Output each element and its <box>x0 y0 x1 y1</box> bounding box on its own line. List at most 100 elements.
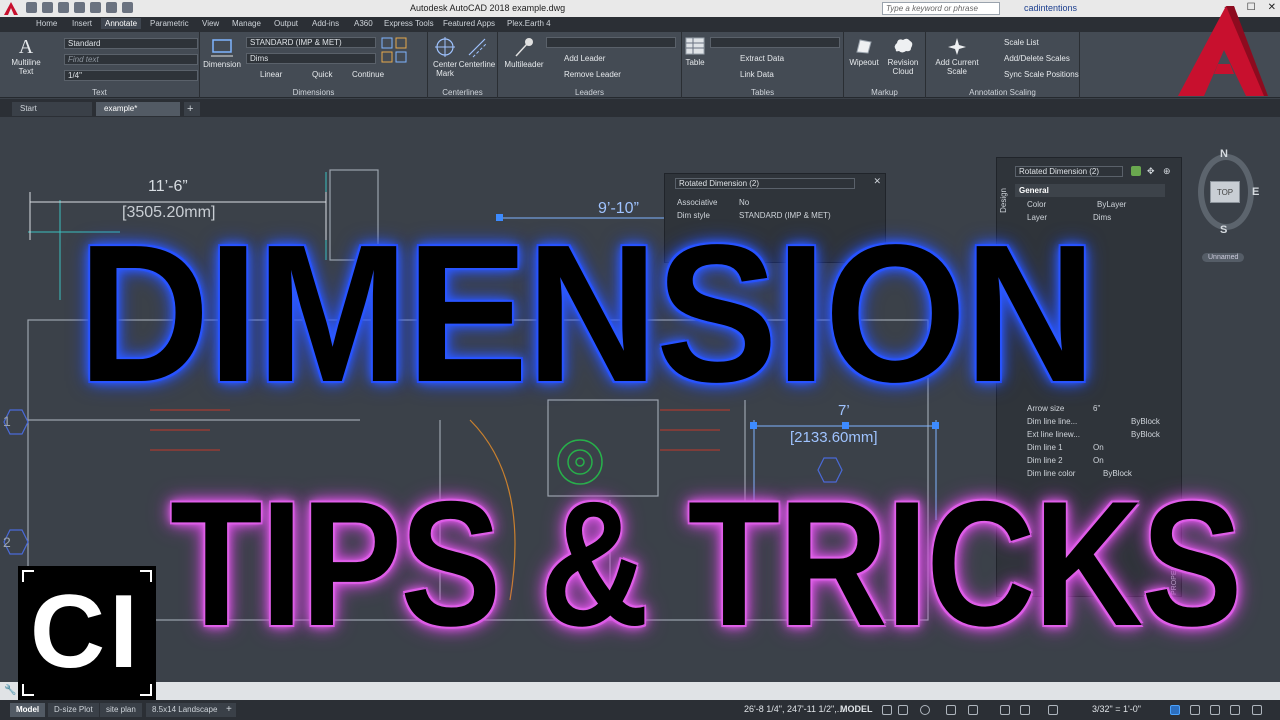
table-button[interactable]: Table <box>682 36 708 67</box>
wipeout-button[interactable]: Wipeout <box>846 36 882 67</box>
quick-button[interactable]: Quick <box>312 70 332 79</box>
new-tab-icon[interactable]: + <box>184 102 200 116</box>
viewcube-north[interactable]: N <box>1220 148 1228 160</box>
centerlines-panel-label: Centerlines <box>442 88 483 97</box>
link-data-button[interactable]: Link Data <box>740 70 774 79</box>
tab-express-tools[interactable]: Express Tools <box>384 19 434 28</box>
status-bar: Model D-size Plot site plan 8.5x14 Lands… <box>0 700 1280 720</box>
grid-icon[interactable] <box>882 705 892 715</box>
lineweight-icon[interactable] <box>1000 705 1010 715</box>
add-leader-button[interactable]: Add Leader <box>564 54 605 63</box>
tab-site-plan[interactable]: site plan <box>100 703 142 717</box>
print-icon[interactable] <box>90 2 101 13</box>
properties-selection-select[interactable]: Rotated Dimension (2) <box>1015 166 1123 177</box>
tab-view[interactable]: View <box>202 19 219 28</box>
viewcube-top-face[interactable]: TOP <box>1210 181 1240 203</box>
sync-scale-positions-button[interactable]: Sync Scale Positions <box>1004 70 1079 79</box>
tab-annotate[interactable]: Annotate <box>101 18 142 29</box>
viewcube[interactable]: TOP N E S <box>1196 148 1260 238</box>
command-line[interactable]: 🔧 <box>0 682 1280 700</box>
annotation-scale[interactable]: 3/32" = 1'-0" <box>1092 704 1141 714</box>
quick-select-icon[interactable] <box>1131 166 1141 176</box>
add-current-scale-button[interactable]: Add Current Scale <box>930 36 984 76</box>
tab-a360[interactable]: A360 <box>354 19 373 28</box>
text-panel-label[interactable]: Text <box>0 88 199 97</box>
save-as-icon[interactable] <box>74 2 85 13</box>
table-style-select[interactable] <box>710 37 840 48</box>
search-input[interactable]: Type a keyword or phrase <box>882 2 1000 15</box>
object-snap-icon[interactable] <box>968 705 978 715</box>
dimension-style-select[interactable]: STANDARD (IMP & MET) <box>246 37 376 48</box>
tab-home[interactable]: Home <box>36 19 57 28</box>
customization-icon[interactable] <box>1252 705 1262 715</box>
title-bar: Autodesk AutoCAD 2018 example.dwg Type a… <box>0 0 1280 17</box>
tab-d-size-plot[interactable]: D-size Plot <box>48 703 99 717</box>
select-objects-icon[interactable]: ✥ <box>1147 166 1155 177</box>
wrench-icon[interactable]: 🔧 <box>4 685 16 696</box>
multileader-style-select[interactable] <box>546 37 676 48</box>
snap-icon[interactable] <box>898 705 908 715</box>
polar-tracking-icon[interactable] <box>920 705 930 715</box>
dimensions-panel-label[interactable]: Dimensions <box>200 88 427 97</box>
leaders-panel: Multileader Add Leader Remove Leader Lea… <box>498 32 682 98</box>
text-style-select[interactable]: Standard <box>64 38 198 49</box>
quick-properties-selection[interactable]: Rotated Dimension (2) <box>675 178 855 189</box>
undo-icon[interactable] <box>106 2 117 13</box>
dimension-layer-select[interactable]: Dims <box>246 53 376 64</box>
tab-example[interactable]: example* <box>96 102 180 116</box>
add-delete-scales-button[interactable]: Add/Delete Scales <box>1004 54 1070 63</box>
viewcube-south[interactable]: S <box>1220 224 1227 236</box>
dimension-tools-icon[interactable] <box>380 36 424 80</box>
viewcube-east[interactable]: E <box>1252 186 1259 198</box>
find-text-input[interactable]: Find text <box>64 54 198 65</box>
linear-button[interactable]: Linear <box>260 70 282 79</box>
toggle-pickadd-icon[interactable]: ⊕ <box>1163 166 1171 177</box>
subline-text: TIPS & TRICKS <box>170 464 1242 663</box>
transparency-icon[interactable] <box>1020 705 1030 715</box>
tab-start[interactable]: Start <box>12 102 92 116</box>
units-icon[interactable] <box>1190 705 1200 715</box>
workspace-icon[interactable] <box>1170 705 1180 715</box>
redo-icon[interactable] <box>122 2 133 13</box>
tab-landscape[interactable]: 8.5x14 Landscape <box>146 703 224 717</box>
isolate-objects-icon[interactable] <box>1210 705 1220 715</box>
coordinates-readout[interactable]: 26'-8 1/4", 247'-11 1/2",... <box>744 704 844 714</box>
leaders-panel-label[interactable]: Leaders <box>498 88 681 97</box>
tab-parametric[interactable]: Parametric <box>150 19 189 28</box>
new-file-icon[interactable] <box>26 2 37 13</box>
wipeout-icon <box>856 39 872 54</box>
wcs-menu[interactable]: Unnamed <box>1202 253 1245 262</box>
hardware-acceleration-icon[interactable] <box>1230 705 1240 715</box>
model-space-toggle[interactable]: MODEL <box>840 704 873 714</box>
tab-manage[interactable]: Manage <box>232 19 261 28</box>
center-mark-button[interactable]: Center Mark <box>430 36 460 78</box>
isodraft-icon[interactable] <box>946 705 956 715</box>
tab-model[interactable]: Model <box>10 703 46 717</box>
annotation-scaling-panel: Add Current Scale Scale List Add/Delete … <box>926 32 1080 98</box>
tab-featured-apps[interactable]: Featured Apps <box>443 19 495 28</box>
extract-data-button[interactable]: Extract Data <box>740 54 784 63</box>
user-account[interactable]: cadintentions <box>1024 3 1077 13</box>
tables-panel-label[interactable]: Tables <box>682 88 843 97</box>
open-file-icon[interactable] <box>42 2 53 13</box>
tab-plex-earth[interactable]: Plex.Earth 4 <box>507 19 551 28</box>
close-icon[interactable]: ✕ <box>873 176 881 187</box>
save-icon[interactable] <box>58 2 69 13</box>
general-section-header[interactable]: General <box>1015 184 1165 197</box>
multileader-button[interactable]: Multileader <box>502 36 546 69</box>
revision-cloud-button[interactable]: Revision Cloud <box>884 36 922 76</box>
centerline-button[interactable]: Centerline <box>458 36 496 69</box>
text-height-select[interactable]: 1/4" <box>64 70 198 81</box>
property-row: Dim line 1 On <box>1027 443 1104 452</box>
remove-leader-button[interactable]: Remove Leader <box>564 70 621 79</box>
tab-insert[interactable]: Insert <box>72 19 92 28</box>
tab-output[interactable]: Output <box>274 19 298 28</box>
tab-add-ins[interactable]: Add-ins <box>312 19 339 28</box>
dimension-button[interactable]: Dimension <box>202 36 242 69</box>
multiline-text-button[interactable]: A Multiline Text <box>6 36 46 76</box>
document-tabs: Start example* + <box>0 99 1280 117</box>
annotation-visibility-icon[interactable] <box>1048 705 1058 715</box>
add-layout-icon[interactable]: + <box>222 703 236 717</box>
autocad-app-icon[interactable] <box>3 1 19 16</box>
scale-list-button[interactable]: Scale List <box>1004 38 1039 47</box>
